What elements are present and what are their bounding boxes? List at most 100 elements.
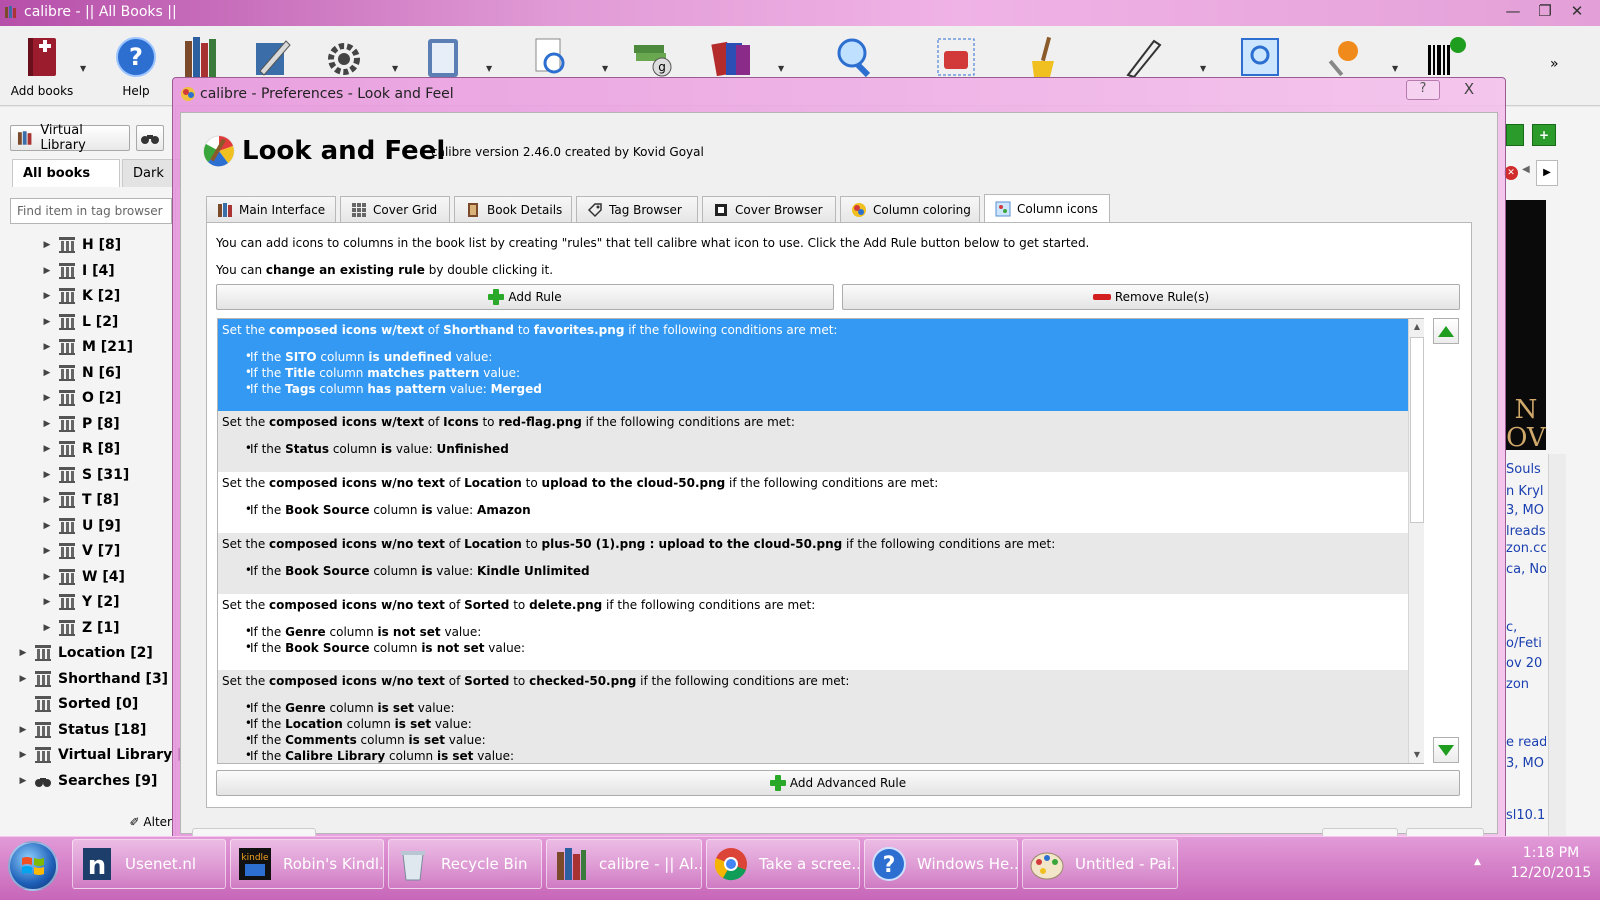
tab-cover-browser[interactable]: Cover Browser xyxy=(702,196,836,223)
taskbar-item[interactable]: ? Windows He... xyxy=(864,839,1018,889)
tag-browser-item[interactable]: ▶ N [6] xyxy=(40,361,121,385)
tab-column-coloring[interactable]: Column coloring xyxy=(840,196,980,223)
tag-browser-item[interactable]: ▶ U [9] xyxy=(40,514,121,538)
tag-browser-item[interactable]: ▶ Location [2] xyxy=(16,641,153,665)
tag-browser-search-input[interactable]: Find item in tag browser xyxy=(10,198,172,224)
dialog-ok-button[interactable] xyxy=(1322,828,1398,836)
tab-column-icons[interactable]: Column icons xyxy=(984,194,1110,223)
move-rule-up-button[interactable] xyxy=(1433,318,1459,344)
tab-tag-browser[interactable]: Tag Browser xyxy=(576,196,698,223)
view-dropdown[interactable]: ▼ xyxy=(602,64,608,73)
tab-cover-grid[interactable]: Cover Grid xyxy=(340,196,450,223)
polish-books-button[interactable] xyxy=(1000,30,1084,84)
tag-browser-item[interactable]: ▶ Searches [9] xyxy=(16,769,158,793)
tag-browser-item[interactable]: ▶ I [4] xyxy=(40,259,115,283)
tag-browser-item[interactable]: ▶ V [7] xyxy=(40,539,120,563)
tag-browser-item[interactable]: ▶ Shorthand [3] xyxy=(16,667,168,691)
prev-arrow-icon[interactable]: ◀ xyxy=(1522,164,1530,175)
expand-arrow-icon[interactable]: ▶ xyxy=(40,444,54,454)
expand-arrow-icon[interactable]: ▶ xyxy=(40,393,54,403)
scroll-down-icon[interactable]: ▼ xyxy=(1409,747,1425,763)
expand-arrow-icon[interactable]: ▶ xyxy=(40,266,54,276)
book-list-cell[interactable]: c, xyxy=(1506,620,1546,635)
expand-arrow-icon[interactable]: ▶ xyxy=(16,750,30,760)
embed-metadata-dropdown[interactable]: ▼ xyxy=(1200,64,1206,73)
rules-scrollbar[interactable]: ▲ ▼ xyxy=(1408,319,1424,763)
expand-arrow-icon[interactable]: ▶ xyxy=(16,674,30,684)
add-books-button[interactable]: Add books xyxy=(0,30,84,98)
book-list-cell[interactable]: lreads xyxy=(1506,524,1546,539)
expand-arrow-icon[interactable]: ▶ xyxy=(40,623,54,633)
alter-tag-browser-button[interactable]: ✐ Alter xyxy=(10,807,176,839)
dialog-footer-button[interactable] xyxy=(192,828,316,836)
minimize-button[interactable]: — xyxy=(1498,0,1528,22)
book-list-cell[interactable]: zon xyxy=(1506,677,1546,692)
book-list-scrollbar[interactable] xyxy=(1548,454,1566,850)
expand-arrow-icon[interactable]: ▶ xyxy=(40,317,54,327)
taskbar-item[interactable]: kindle Robin's Kindl... xyxy=(230,839,384,889)
tag-browser-item[interactable]: Sorted [0] xyxy=(16,692,138,716)
preferences-button[interactable] xyxy=(302,30,386,84)
expand-arrow-icon[interactable]: ▶ xyxy=(40,521,54,531)
dialog-cancel-button[interactable] xyxy=(1406,828,1484,836)
expand-arrow-icon[interactable]: ▶ xyxy=(40,368,54,378)
tab-main-interface[interactable]: Main Interface xyxy=(206,196,336,223)
tag-browser-item[interactable]: ▶ P [8] xyxy=(40,412,120,436)
book-list-cell[interactable]: o/Feti xyxy=(1506,636,1546,651)
scroll-up-icon[interactable]: ▲ xyxy=(1409,319,1425,335)
dialog-close-button[interactable]: X xyxy=(1444,80,1494,100)
rule-item[interactable]: Set the composed icons w/no text of Loca… xyxy=(218,533,1409,594)
tag-browser-item[interactable]: ▶ L [2] xyxy=(40,310,118,334)
add-panel-icon[interactable]: + xyxy=(1532,124,1556,146)
book-list-cell[interactable]: Souls xyxy=(1506,462,1546,477)
clock[interactable]: 1:18 PM 12/20/2015 xyxy=(1506,843,1596,883)
move-rule-down-button[interactable] xyxy=(1433,737,1459,763)
tag-browser-item[interactable]: ▶ Status [18] xyxy=(16,718,146,742)
taskbar-item[interactable]: Take a scree... xyxy=(706,839,860,889)
count-pages-dropdown[interactable]: ▼ xyxy=(778,64,784,73)
book-list-cell[interactable]: e read xyxy=(1506,735,1546,750)
taskbar-item[interactable]: n Usenet.nl xyxy=(72,839,226,889)
tab-all-books[interactable]: All books xyxy=(12,159,120,187)
tag-browser-item[interactable]: ▶ Z [1] xyxy=(40,616,120,640)
tag-browser-item[interactable]: ▶ R [8] xyxy=(40,437,120,461)
tab-book-details[interactable]: Book Details xyxy=(454,196,572,223)
expand-arrow-icon[interactable]: ▶ xyxy=(40,470,54,480)
taskbar-item[interactable]: Recycle Bin xyxy=(388,839,542,889)
isbn-button[interactable] xyxy=(1404,30,1488,84)
close-window-button[interactable]: ✕ xyxy=(1562,0,1592,22)
tag-browser-item[interactable]: ▶ S [31] xyxy=(40,463,129,487)
virtual-library-button[interactable]: Virtual Library xyxy=(10,123,130,153)
expand-arrow-icon[interactable]: ▶ xyxy=(40,546,54,556)
book-list-cell[interactable]: n Kryl xyxy=(1506,484,1546,499)
expand-arrow-icon[interactable]: ▶ xyxy=(16,776,30,786)
expand-arrow-icon[interactable]: ▶ xyxy=(40,342,54,352)
mark-books-dropdown[interactable]: ▼ xyxy=(1392,64,1398,73)
rules-list[interactable]: Set the composed icons w/text of Shortha… xyxy=(217,318,1424,764)
clear-search-icon[interactable]: ✕ xyxy=(1504,166,1518,180)
remove-rule-button[interactable]: Remove Rule(s) xyxy=(842,284,1460,310)
book-list-cell[interactable]: ov 20 xyxy=(1506,656,1546,671)
goodreads-button[interactable]: g xyxy=(610,30,694,84)
modify-epub-button[interactable] xyxy=(914,30,998,84)
convert-dropdown[interactable]: ▼ xyxy=(486,64,492,73)
taskbar-item[interactable]: calibre - || Al... xyxy=(546,839,702,889)
tag-browser-item[interactable]: ▶ H [8] xyxy=(40,233,121,257)
start-button[interactable] xyxy=(8,841,58,891)
expand-arrow-icon[interactable]: ▶ xyxy=(40,419,54,429)
rule-item[interactable]: Set the composed icons w/text of Icons t… xyxy=(218,411,1409,472)
expand-arrow-icon[interactable]: ▶ xyxy=(40,597,54,607)
next-arrow-icon[interactable]: ▶ xyxy=(1536,160,1558,186)
expand-arrow-icon[interactable]: ▶ xyxy=(40,495,54,505)
expand-arrow-icon[interactable]: ▶ xyxy=(40,572,54,582)
count-pages-button[interactable] xyxy=(690,30,774,84)
dialog-help-button[interactable]: ? xyxy=(1406,80,1440,100)
tag-browser-item[interactable]: ▶ O [2] xyxy=(40,386,121,410)
expand-icon[interactable] xyxy=(1506,124,1524,146)
tag-browser-item[interactable]: ▶ Virtual Library [ xyxy=(16,743,183,767)
expand-arrow-icon[interactable]: ▶ xyxy=(16,725,30,735)
tag-browser-item[interactable]: ▶ M [21] xyxy=(40,335,133,359)
book-list-cell[interactable]: 3, MO xyxy=(1506,756,1546,771)
add-rule-button[interactable]: Add Rule xyxy=(216,284,834,310)
preferences-dropdown[interactable]: ▼ xyxy=(392,64,398,73)
